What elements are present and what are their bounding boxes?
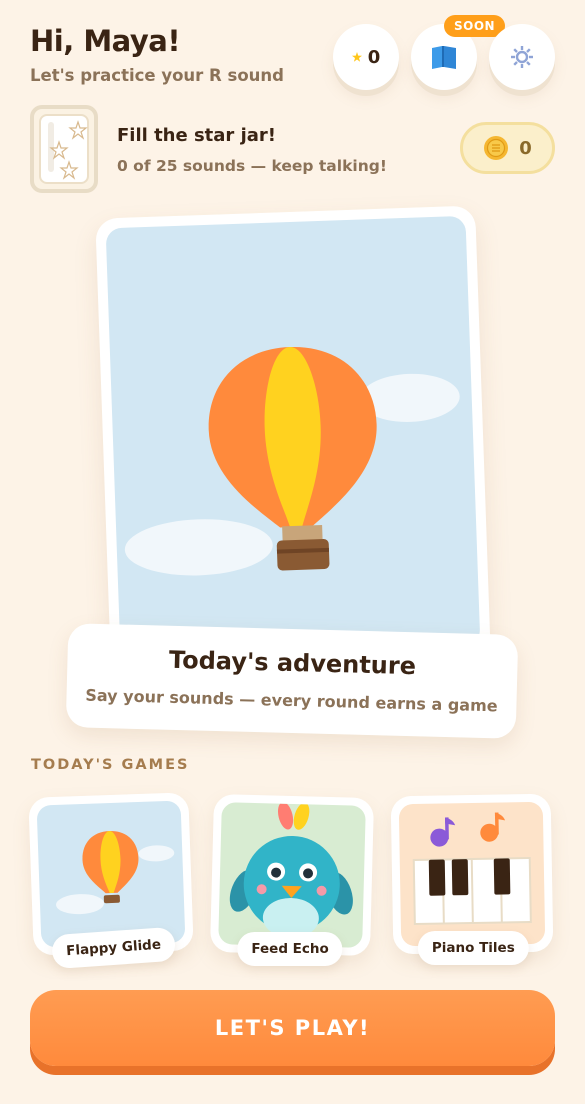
- adventure-card[interactable]: [95, 205, 491, 669]
- game-card-feed-echo[interactable]: Feed Echo: [209, 793, 375, 966]
- adventure-caption: Today's adventure Say your sounds — ever…: [65, 623, 519, 739]
- star-icon: [351, 52, 362, 62]
- coin-counter[interactable]: 0: [460, 122, 555, 174]
- lets-play-button[interactable]: LET'S PLAY!: [30, 990, 555, 1066]
- game-card-flappy-glide[interactable]: Flappy Glide: [28, 792, 194, 970]
- coin-icon: [484, 136, 509, 160]
- game-label: Feed Echo: [237, 931, 343, 966]
- game-card-piano-tiles[interactable]: Piano Tiles: [390, 793, 554, 965]
- game-label: Flappy Glide: [51, 926, 177, 970]
- map-book-icon: [432, 46, 456, 69]
- adventure-illustration: [105, 215, 481, 659]
- adventure-subtitle: Say your sounds — every round earns a ga…: [85, 685, 498, 716]
- coin-count: 0: [519, 137, 532, 159]
- star-jar-progress: 0 of 25 sounds — keep talking!: [117, 157, 387, 175]
- balloon-icon: [36, 800, 186, 948]
- gear-icon: [511, 46, 533, 68]
- star-jar-title: Fill the star jar!: [117, 125, 276, 146]
- star-jar-icon: [30, 105, 98, 193]
- stars-button[interactable]: 0: [333, 24, 399, 90]
- games-section-label: TODAY'S GAMES: [31, 757, 190, 773]
- greeting-subtitle: Let's practice your R sound: [30, 66, 284, 85]
- bird-icon: [218, 802, 366, 948]
- game-label: Piano Tiles: [417, 930, 529, 965]
- adventure-title: Today's adventure: [168, 645, 417, 681]
- music-note-icon: [398, 801, 546, 947]
- soon-badge: SOON: [444, 15, 506, 37]
- settings-button[interactable]: [489, 24, 555, 90]
- star-count: 0: [367, 46, 381, 68]
- greeting-title: Hi, Maya!: [30, 24, 181, 58]
